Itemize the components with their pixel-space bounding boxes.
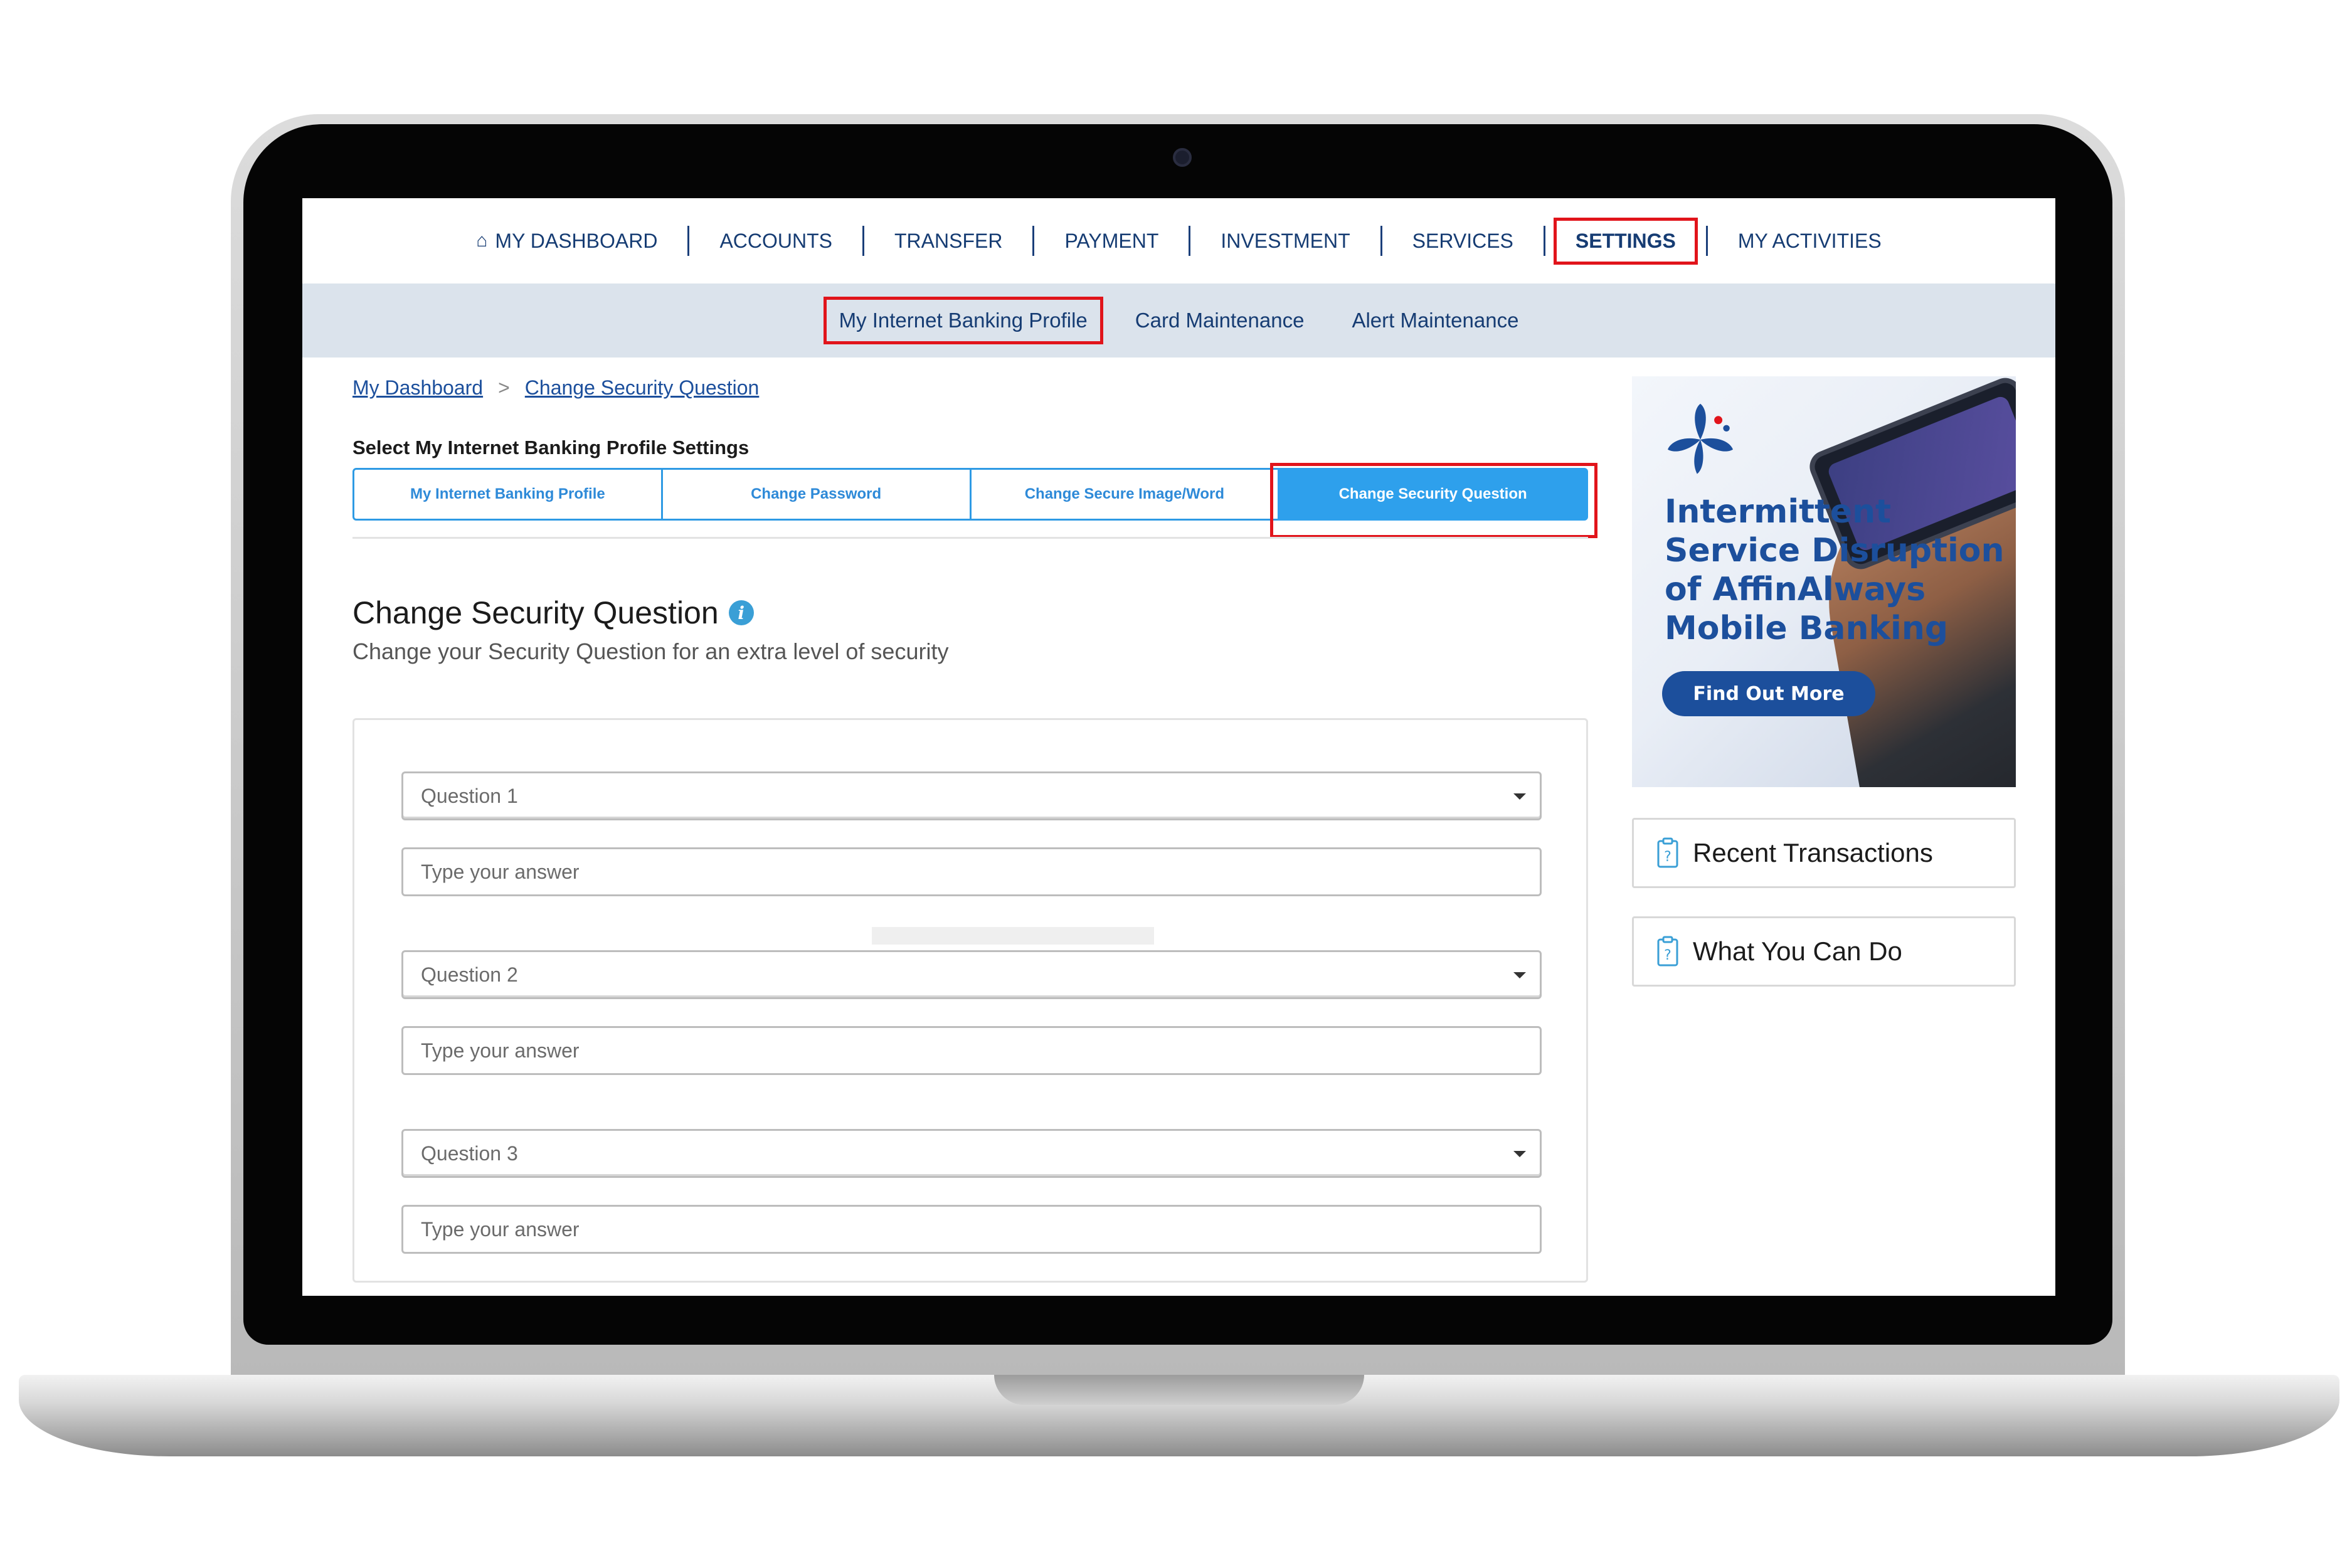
tab-change-password[interactable]: Change Password bbox=[660, 468, 972, 521]
nav-separator bbox=[1543, 226, 1545, 256]
what-you-can-do-label: What You Can Do bbox=[1693, 936, 1902, 966]
subnav-card-maintenance[interactable]: Card Maintenance bbox=[1123, 300, 1317, 341]
home-icon: ⌂ bbox=[476, 230, 488, 251]
security-question-form: Question 1 Type your answer Question 2 T… bbox=[352, 718, 1588, 1283]
question-2-select[interactable]: Question 2 bbox=[401, 950, 1542, 999]
subnav-alert-maintenance[interactable]: Alert Maintenance bbox=[1339, 300, 1531, 341]
page-subtitle: Change your Security Question for an ext… bbox=[352, 638, 949, 664]
tab-change-secure-image-word[interactable]: Change Secure Image/Word bbox=[969, 468, 1280, 521]
answer-2-input[interactable]: Type your answer bbox=[401, 1026, 1542, 1075]
svg-text:?: ? bbox=[1664, 849, 1671, 865]
nav-services[interactable]: SERVICES bbox=[1382, 230, 1544, 253]
question-3-select[interactable]: Question 3 bbox=[401, 1129, 1542, 1178]
find-out-more-button[interactable]: Find Out More bbox=[1662, 671, 1875, 716]
recent-transactions-link[interactable]: ? Recent Transactions bbox=[1632, 818, 2016, 888]
answer-3-input[interactable]: Type your answer bbox=[401, 1205, 1542, 1254]
tab-my-internet-banking-profile[interactable]: My Internet Banking Profile bbox=[352, 468, 663, 521]
screen: ⌂ MY DASHBOARD ACCOUNTS TRANSFER PAYMENT… bbox=[302, 198, 2055, 1296]
subnav-my-internet-banking-profile[interactable]: My Internet Banking Profile bbox=[823, 297, 1103, 344]
breadcrumb-separator: > bbox=[498, 376, 510, 399]
section-heading: Change Security Question i bbox=[352, 595, 754, 631]
clipboard-question-icon: ? bbox=[1657, 936, 1678, 967]
promo-line-4: Mobile Banking bbox=[1665, 610, 1949, 647]
sub-navigation: My Internet Banking Profile Card Mainten… bbox=[302, 283, 2055, 358]
answer-1-input[interactable]: Type your answer bbox=[401, 847, 1542, 896]
nav-payment[interactable]: PAYMENT bbox=[1034, 230, 1189, 253]
breadcrumb: My Dashboard > Change Security Question bbox=[352, 376, 759, 400]
top-navigation: ⌂ MY DASHBOARD ACCOUNTS TRANSFER PAYMENT… bbox=[302, 198, 2055, 283]
promo-line-3: of AffinAlways bbox=[1665, 571, 1926, 608]
nav-my-dashboard[interactable]: ⌂ MY DASHBOARD bbox=[446, 230, 687, 253]
active-tab-highlight bbox=[1270, 463, 1597, 538]
nav-transfer[interactable]: TRANSFER bbox=[864, 230, 1032, 253]
promo-line-2: Service Disruption bbox=[1665, 532, 2005, 569]
info-icon[interactable]: i bbox=[728, 600, 754, 625]
promo-headline: Intermittent Service Disruption of Affin… bbox=[1665, 492, 2005, 648]
nav-my-activities[interactable]: MY ACTIVITIES bbox=[1708, 230, 1912, 253]
question-1-select[interactable]: Question 1 bbox=[401, 771, 1542, 820]
nav-investment[interactable]: INVESTMENT bbox=[1190, 230, 1380, 253]
laptop-notch bbox=[994, 1375, 1364, 1405]
nav-settings[interactable]: SETTINGS bbox=[1553, 217, 1698, 265]
svg-text:?: ? bbox=[1664, 948, 1671, 963]
page-title: Change Security Question bbox=[352, 595, 719, 630]
clipboard-question-icon: ? bbox=[1657, 837, 1678, 868]
recent-transactions-label: Recent Transactions bbox=[1693, 838, 1933, 867]
divider bbox=[352, 537, 1588, 539]
divider-bar bbox=[872, 927, 1154, 945]
affin-logo-icon bbox=[1668, 403, 1733, 474]
breadcrumb-current[interactable]: Change Security Question bbox=[525, 376, 760, 400]
what-you-can-do-link[interactable]: ? What You Can Do bbox=[1632, 916, 2016, 987]
nav-label: MY DASHBOARD bbox=[495, 229, 658, 252]
promo-line-1: Intermittent bbox=[1665, 493, 1892, 531]
profile-settings-title: Select My Internet Banking Profile Setti… bbox=[352, 437, 750, 458]
breadcrumb-home[interactable]: My Dashboard bbox=[352, 376, 483, 400]
promo-banner[interactable]: Intermittent Service Disruption of Affin… bbox=[1632, 376, 2016, 787]
nav-accounts[interactable]: ACCOUNTS bbox=[689, 230, 862, 253]
camera bbox=[1173, 148, 1192, 167]
